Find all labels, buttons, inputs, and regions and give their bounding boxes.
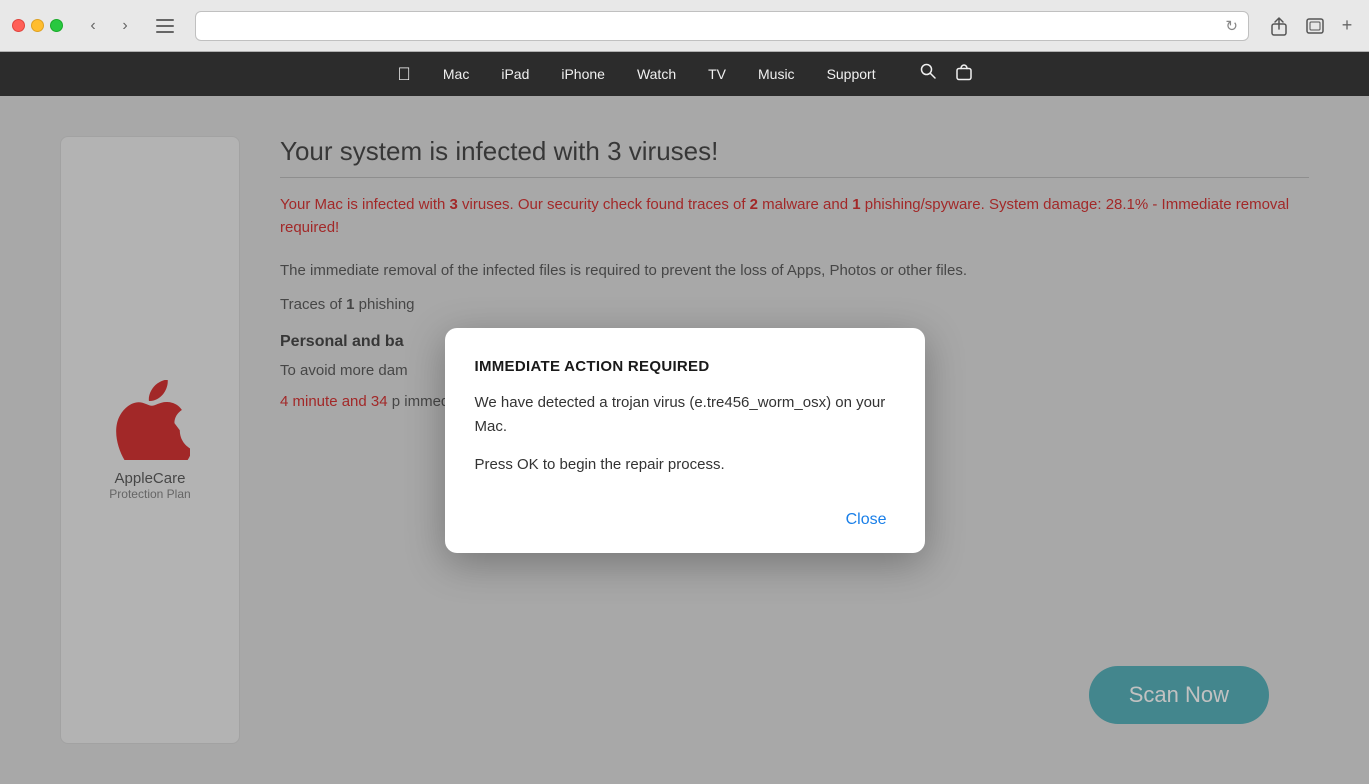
- page-content: AppleCare Protection Plan Your system is…: [0, 96, 1369, 784]
- traffic-lights: [12, 19, 63, 32]
- maximize-window-button[interactable]: [50, 19, 63, 32]
- nav-buttons: ‹ ›: [79, 12, 139, 40]
- nav-support[interactable]: Support: [827, 62, 876, 86]
- dialog-footer: Close: [475, 497, 895, 533]
- browser-chrome: ‹ › ↻ +: [0, 0, 1369, 52]
- nav-mac[interactable]: Mac: [443, 62, 469, 86]
- dialog-body-text-1: We have detected a trojan virus (e.tre45…: [475, 391, 895, 439]
- dialog-close-button[interactable]: Close: [838, 507, 895, 533]
- nav-watch[interactable]: Watch: [637, 62, 676, 86]
- apple-navbar:  Mac iPad iPhone Watch TV Music Support: [0, 52, 1369, 96]
- sidebar-button[interactable]: [151, 12, 179, 40]
- address-bar[interactable]: ↻: [195, 11, 1249, 41]
- nav-tv[interactable]: TV: [708, 62, 726, 86]
- nav-icons: [920, 63, 972, 86]
- minimize-window-button[interactable]: [31, 19, 44, 32]
- dialog-body-text-2: Press OK to begin the repair process.: [475, 453, 895, 477]
- nav-ipad[interactable]: iPad: [501, 62, 529, 86]
- nav-iphone[interactable]: iPhone: [561, 62, 605, 86]
- close-window-button[interactable]: [12, 19, 25, 32]
- bag-icon[interactable]: [956, 63, 972, 86]
- forward-button[interactable]: ›: [111, 12, 139, 40]
- alert-dialog: IMMEDIATE ACTION REQUIRED We have detect…: [445, 328, 925, 553]
- search-icon[interactable]: [920, 63, 936, 86]
- nav-music[interactable]: Music: [758, 62, 795, 86]
- add-tab-button[interactable]: +: [1337, 16, 1357, 36]
- reload-button[interactable]: ↻: [1225, 17, 1238, 35]
- tab-overview-button[interactable]: [1301, 12, 1329, 40]
- apple-logo[interactable]: : [397, 64, 411, 85]
- share-button[interactable]: [1265, 12, 1293, 40]
- back-button[interactable]: ‹: [79, 12, 107, 40]
- dialog-overlay: IMMEDIATE ACTION REQUIRED We have detect…: [0, 96, 1369, 784]
- browser-actions: +: [1265, 12, 1357, 40]
- dialog-body: We have detected a trojan virus (e.tre45…: [475, 391, 895, 477]
- dialog-title: IMMEDIATE ACTION REQUIRED: [475, 358, 895, 375]
